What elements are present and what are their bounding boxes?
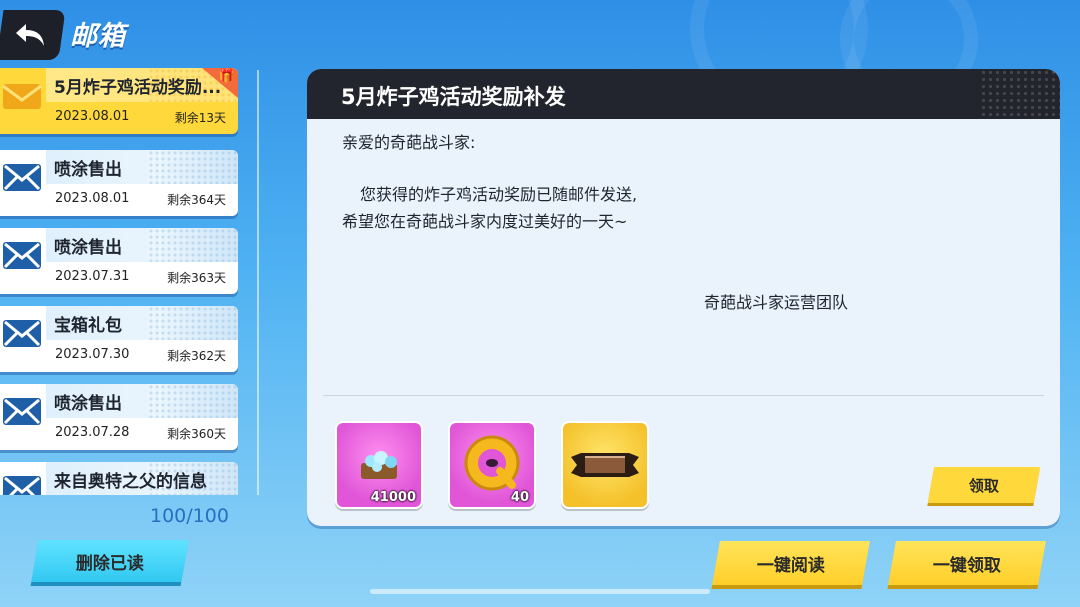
mail-detail-panel: 5月炸子鸡活动奖励补发 亲爱的奇葩战斗家: 您获得的炸子鸡活动奖励已随邮件发送,… <box>307 69 1060 526</box>
mail-count: 100/100 <box>150 505 229 527</box>
claim-all-label: 一键领取 <box>933 555 1001 576</box>
mail-date: 2023.07.28 <box>55 425 130 440</box>
home-indicator[interactable] <box>370 589 710 594</box>
mail-greeting: 亲爱的奇葩战斗家: <box>342 133 476 152</box>
mail-remaining: 剩余363天 <box>167 271 226 285</box>
envelope-icon <box>3 320 41 347</box>
mail-list[interactable]: 5月炸子鸡活动奖励... 2023.08.01 剩余13天 🎁 喷涂售出 202… <box>0 68 245 495</box>
claim-button-label: 领取 <box>968 476 999 495</box>
mail-title: 来自奥特之父的信息 <box>54 472 207 492</box>
mail-list-item[interactable]: 喷涂售出 2023.07.31 剩余363天 <box>0 228 238 294</box>
reward-quantity: 41000 <box>370 490 416 505</box>
back-arrow-icon <box>16 24 44 46</box>
envelope-icon <box>3 242 41 269</box>
mail-body-line: 希望您在奇葩战斗家内度过美好的一天~ <box>342 212 628 231</box>
reward-quantity: 40 <box>510 490 529 505</box>
mail-body-line: 您获得的炸子鸡活动奖励已随邮件发送, <box>360 185 638 204</box>
delete-read-button[interactable]: 删除已读 <box>31 540 189 582</box>
envelope-icon <box>3 164 41 191</box>
claim-all-button[interactable]: 一键领取 <box>888 541 1046 585</box>
mail-date: 2023.08.01 <box>55 191 130 206</box>
page-title: 邮箱 <box>70 21 126 52</box>
delete-read-label: 删除已读 <box>76 553 144 574</box>
mail-title: 喷涂售出 <box>54 394 122 414</box>
mail-title: 喷涂售出 <box>54 238 122 258</box>
envelope-icon <box>3 398 41 425</box>
mail-signature: 奇葩战斗家运营团队 <box>704 293 849 312</box>
read-all-button[interactable]: 一键阅读 <box>712 541 870 585</box>
claim-button[interactable]: 领取 <box>927 467 1041 503</box>
reward-item[interactable]: 41000 <box>335 421 423 509</box>
detail-header: 5月炸子鸡活动奖励补发 <box>307 69 1060 119</box>
reward-item[interactable] <box>561 421 649 509</box>
mail-remaining: 剩余13天 <box>174 111 226 125</box>
gift-icon: 🎁 <box>218 69 235 84</box>
mail-list-item[interactable]: 5月炸子鸡活动奖励... 2023.08.01 剩余13天 🎁 <box>0 68 238 134</box>
mail-remaining: 剩余360天 <box>167 427 226 441</box>
mail-title: 5月炸子鸡活动奖励... <box>54 78 222 98</box>
mail-title: 宝箱礼包 <box>54 316 122 336</box>
mail-list-item[interactable]: 宝箱礼包 2023.07.30 剩余362天 <box>0 306 238 372</box>
read-all-label: 一键阅读 <box>757 555 825 576</box>
mail-date: 2023.08.01 <box>55 109 130 124</box>
detail-title: 5月炸子鸡活动奖励补发 <box>341 85 566 109</box>
envelope-open-icon <box>2 84 42 109</box>
mail-date: 2023.07.31 <box>55 269 130 284</box>
banner-frame-icon <box>571 453 639 477</box>
mail-title: 喷涂售出 <box>54 160 122 180</box>
reward-item[interactable]: 40 <box>448 421 536 509</box>
mail-remaining: 剩余362天 <box>167 349 226 363</box>
list-scrollbar[interactable] <box>257 70 259 495</box>
mail-remaining: 剩余364天 <box>167 193 226 207</box>
envelope-icon <box>3 476 41 495</box>
back-button[interactable] <box>0 10 66 60</box>
divider <box>323 395 1044 396</box>
mail-date: 2023.07.30 <box>55 347 130 362</box>
mail-list-item[interactable]: 喷涂售出 2023.08.01 剩余364天 <box>0 150 238 216</box>
mail-list-item[interactable]: 喷涂售出 2023.07.28 剩余360天 <box>0 384 238 450</box>
mail-list-item[interactable]: 来自奥特之父的信息 <box>0 462 238 495</box>
